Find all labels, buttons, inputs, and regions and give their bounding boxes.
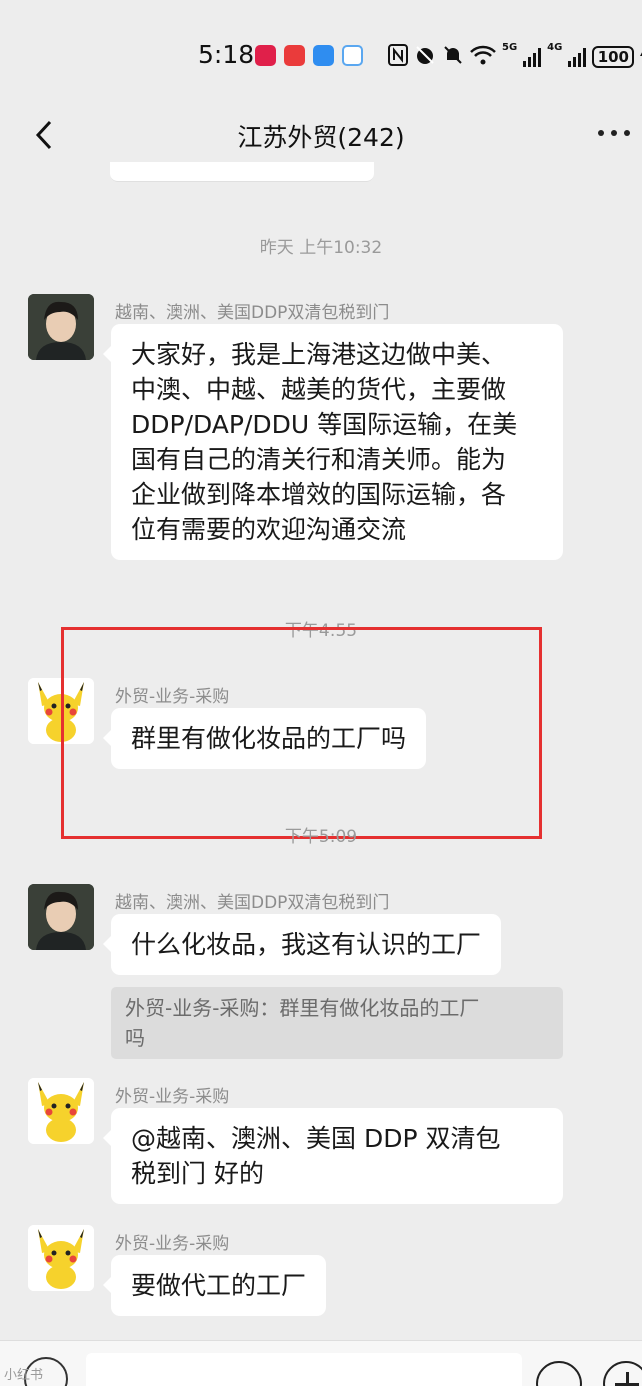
cloud-app-icon [313,45,334,66]
message-bubble[interactable]: @越南、澳洲、美国 DDP 双清包 税到门 好的 [103,1108,563,1204]
wifi-icon [470,45,496,69]
message-line: 中澳、中越、越美的货代，主要做 [131,375,507,404]
emoji-button[interactable] [536,1361,582,1386]
more-actions-button[interactable] [603,1361,642,1386]
avatar[interactable] [28,1225,94,1291]
chat-header: 江苏外贸(242) [0,112,642,158]
browser-app-icon [342,45,363,66]
quoted-message[interactable]: 外贸-业务-采购：群里有做化妆品的工厂 吗 [111,987,563,1059]
nfc-icon [388,44,408,70]
previous-message-edge [110,162,374,182]
status-time: 5:18 [198,40,255,69]
message-line: 位有需要的欢迎沟通交流 [131,515,407,544]
network-4g-label: 4G [547,42,563,53]
avatar[interactable] [28,884,94,950]
message-bubble[interactable]: 大家好，我是上海港这边做中美、 中澳、中越、越美的货代，主要做 DDP/DAP/… [103,324,563,560]
sender-name: 越南、澳洲、美国DDP双清包税到门 [115,893,390,913]
sender-name: 越南、澳洲、美国DDP双清包税到门 [115,303,390,323]
timestamp: 下午5:09 [284,827,358,847]
message-line: 大家好，我是上海港这边做中美、 [131,340,507,369]
network-5g-label: 5G [502,42,518,53]
watermark: 小红书 [4,1368,44,1383]
avatar[interactable] [28,1078,94,1144]
highlight-annotation [61,627,542,839]
more-options-button[interactable] [598,130,634,140]
music-app-icon [255,45,276,66]
message-line: DDP/DAP/DDU 等国际运输，在美 [131,410,518,439]
message-input[interactable] [86,1353,522,1386]
message-line: @越南、澳洲、美国 DDP 双清包 [131,1124,501,1153]
avatar[interactable] [28,294,94,360]
message-line: 企业做到降本增效的国际运输，各 [131,480,507,509]
signal-icon-2 [568,47,587,67]
signal-icon [523,47,542,67]
message-bubble[interactable]: 什么化妆品，我这有认识的工厂 [102,914,502,975]
message-line: 国有自己的清关行和清关师。能为 [131,445,507,474]
message-app-icon [284,45,305,66]
timestamp: 昨天 上午10:32 [259,238,383,258]
chat-title: 江苏外贸(242) [237,123,405,152]
quote-line: 吗 [125,1026,145,1050]
message-bubble[interactable]: 要做代工的工厂 [102,1255,327,1316]
input-bar [0,1340,642,1386]
sender-name: 外贸-业务-采购 [115,1234,230,1254]
status-bar: 5:18 5G 4G 100 [0,0,642,112]
status-icons: 5G 4G 100 [388,43,642,71]
battery-level: 100 [592,46,635,68]
mute-icon [442,44,464,70]
quote-line: 外贸-业务-采购：群里有做化妆品的工厂 [125,996,480,1020]
message-line: 税到门 好的 [131,1159,264,1188]
alarm-off-icon [414,44,436,70]
sender-name: 外贸-业务-采购 [115,1087,230,1107]
